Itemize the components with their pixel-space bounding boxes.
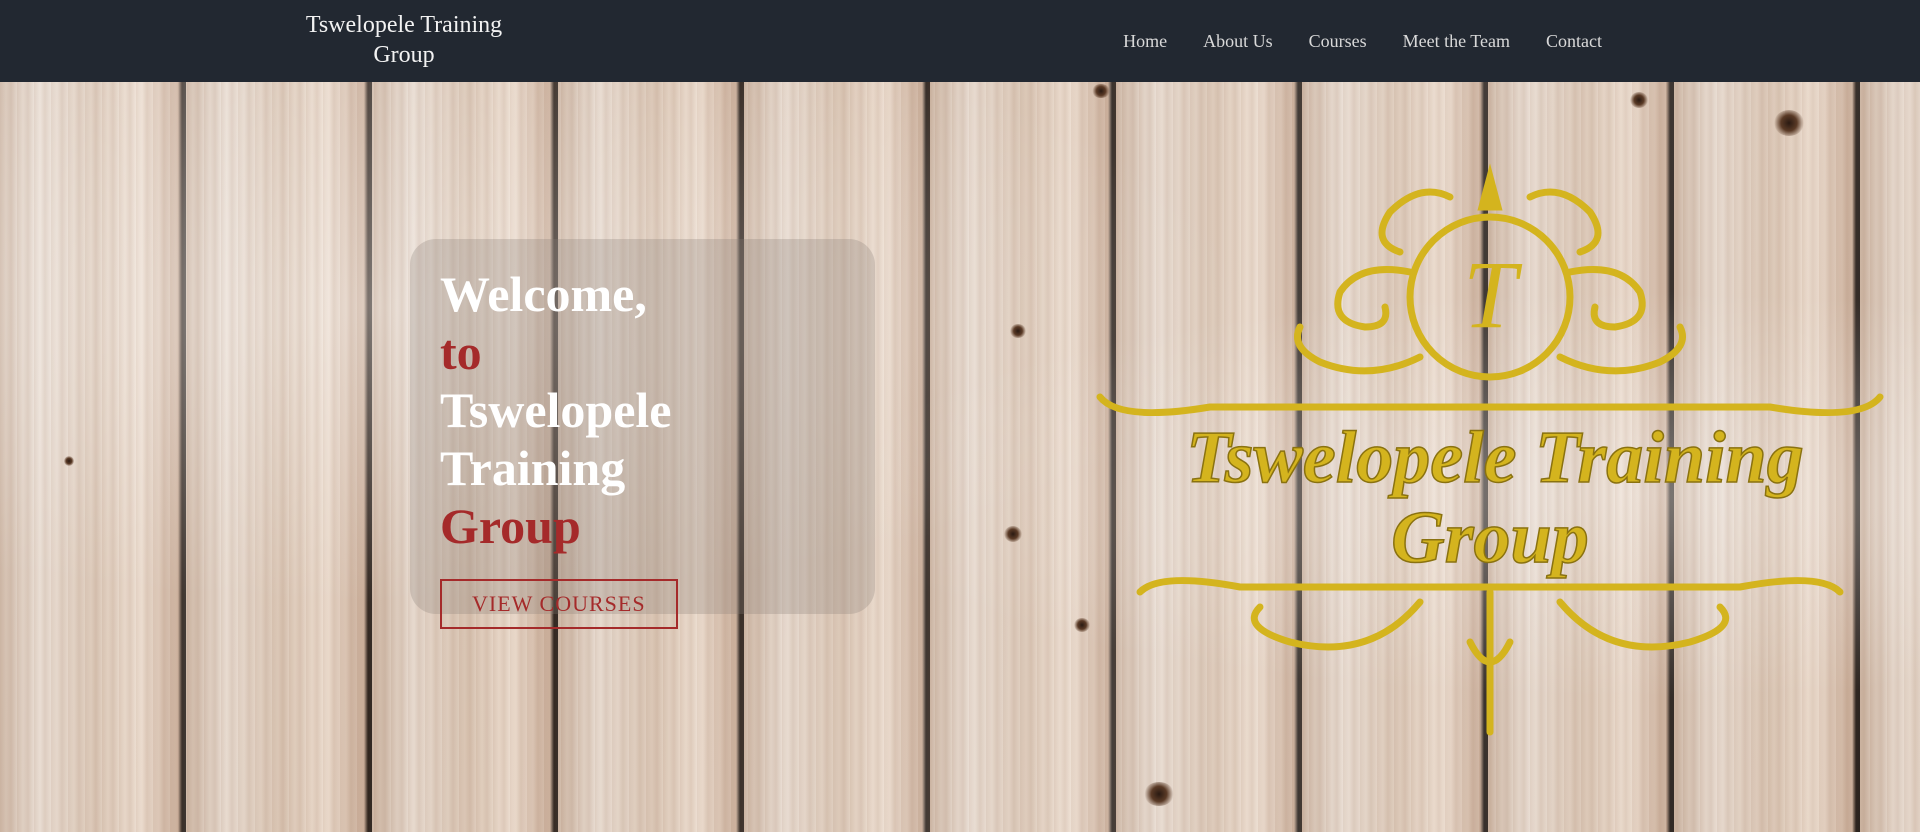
heading-line-group: Group (440, 498, 581, 554)
company-logo: T Tswelopele Training Group (1096, 163, 1884, 736)
wood-knot (64, 456, 74, 466)
nav-item-about-us: About Us (1203, 27, 1273, 55)
nav-item-home: Home (1123, 27, 1167, 55)
nav-link-meet-the-team[interactable]: Meet the Team (1403, 31, 1510, 51)
nav-link-about-us[interactable]: About Us (1203, 31, 1273, 51)
wood-knot (1004, 526, 1022, 542)
nav-item-contact: Contact (1546, 27, 1602, 55)
heading-line-to: to (440, 324, 482, 380)
logo-text-line2: Group (1391, 497, 1588, 579)
logo-monogram: T (1463, 241, 1523, 348)
wood-knot (1010, 324, 1026, 338)
wood-knot (1092, 84, 1110, 98)
nav-link-home[interactable]: Home (1123, 31, 1167, 51)
nav-item-meet-the-team: Meet the Team (1403, 27, 1510, 55)
navbar: Tswelopele Training Group Home About Us … (0, 0, 1920, 82)
view-courses-button[interactable]: VIEW COURSES (440, 579, 678, 629)
welcome-card: Welcome, to Tswelopele Training Group VI… (410, 239, 875, 629)
hero-heading: Welcome, to Tswelopele Training Group (440, 265, 845, 555)
wood-knot (1074, 618, 1090, 632)
logo-text-line1: Tswelopele Training (1186, 417, 1803, 499)
nav-item-courses: Courses (1309, 27, 1367, 55)
nav-link-contact[interactable]: Contact (1546, 31, 1602, 51)
wood-knot (1144, 782, 1174, 806)
heading-line-company: Tswelopele Training (440, 382, 672, 496)
brand-link[interactable]: Tswelopele Training Group (284, 10, 524, 70)
heading-line-welcome: Welcome, (440, 266, 647, 322)
nav-link-courses[interactable]: Courses (1309, 31, 1367, 51)
nav-links: Home About Us Courses Meet the Team Cont… (1123, 27, 1602, 55)
hero-section: Welcome, to Tswelopele Training Group VI… (0, 82, 1920, 832)
wood-knot (1630, 92, 1648, 108)
